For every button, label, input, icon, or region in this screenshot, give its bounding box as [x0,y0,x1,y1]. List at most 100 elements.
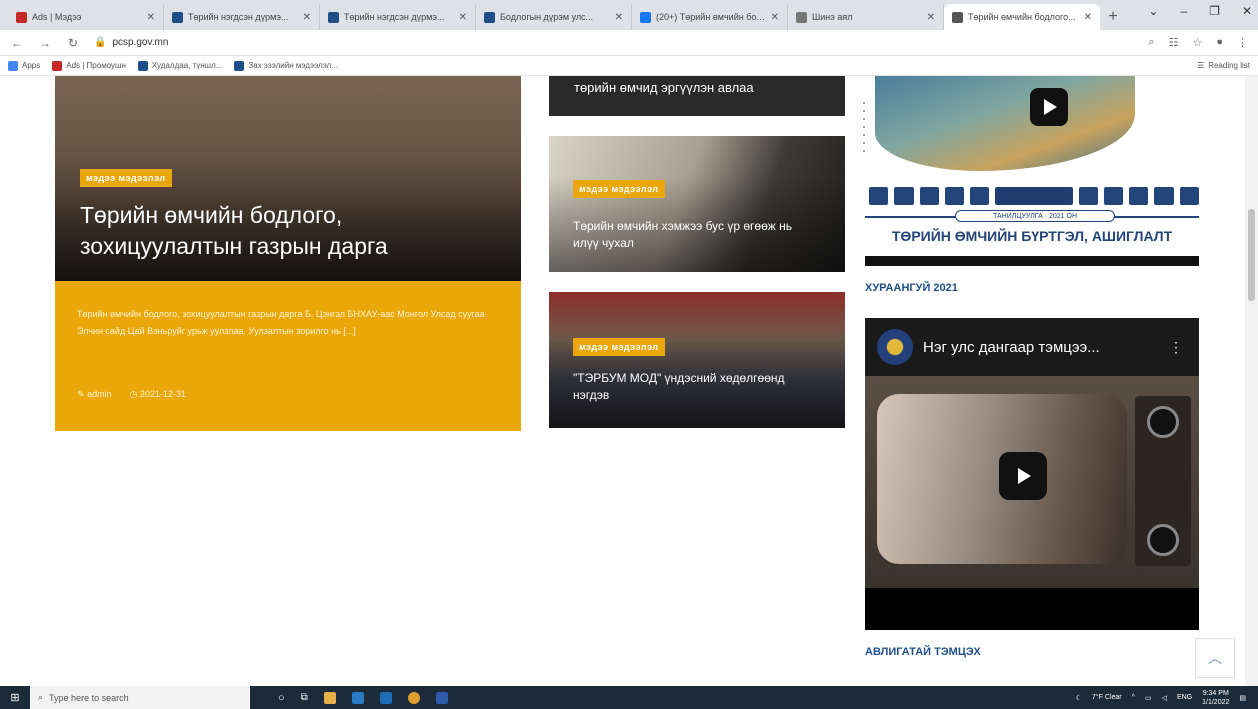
scrollbar[interactable] [1245,76,1258,686]
category-badge[interactable]: мэдээ мэдээлэл [573,180,665,198]
close-icon[interactable]: ✕ [1242,4,1252,18]
search-icon: ⌕ [38,692,44,702]
bookmark-item[interactable]: Apps [8,60,40,71]
browser-tab[interactable]: Шинэ аял ✕ [788,4,944,30]
category-badge[interactable]: мэдээ мэдээлэл [573,338,665,356]
building-icon [1103,187,1124,205]
notification-icon[interactable]: ▤ [1239,694,1246,702]
tab-close-icon[interactable]: ✕ [459,12,467,23]
language-indicator[interactable]: ENG [1177,694,1192,701]
bookmark-icon [52,60,63,71]
browser-tab[interactable]: Бодлогын дүрэм улс... ✕ [476,4,632,30]
side-article-card[interactable]: мэдээ мэдээлэл Төрийн өмчийн хэмжээ бус … [549,136,845,272]
new-tab-button[interactable]: + [1100,4,1126,30]
reading-list-label: Reading list [1208,61,1250,70]
tab-close-icon[interactable]: ✕ [1084,12,1092,23]
anticorruption-link[interactable]: АВЛИГАТАЙ ТЭМЦЭХ [865,646,981,658]
bookmark-item[interactable]: Худалдаа, түншл... [137,60,223,71]
window-controls: ⌄ – ❐ ✕ [1148,4,1252,18]
side-article-title[interactable]: төрийн өмчид эргүүлэн авлаа [574,80,754,95]
url-text: pcsp.gov.mn [112,37,169,48]
date-label: 2021-12-31 [139,389,186,399]
scrollbar-thumb[interactable] [1248,209,1255,301]
mail-icon[interactable] [379,691,392,704]
building-icon [944,187,965,205]
tray-chevron-icon[interactable]: ^ [1132,694,1135,701]
url-field[interactable]: 🔒 pcsp.gov.mn [94,37,1134,48]
browser-tab[interactable]: Төрийн нэгдсэн дүрмэ... ✕ [164,4,320,30]
system-tray: ☾ 7°F Clear ^ ▭ ◁ ENG 9:34 PM 1/1/2022 ▤ [1076,689,1258,707]
weather-icon: ☾ [1075,694,1082,702]
main-article-title[interactable]: Төрийн өмчийн бодлого, зохицуулалтын газ… [80,200,500,262]
bookmark-item[interactable]: Зах зээлийн мэдээлэл... [234,60,338,71]
clock[interactable]: 9:34 PM 1/1/2022 [1202,689,1229,707]
video-footer [865,588,1199,630]
author-meta[interactable]: ✎ admin [77,389,112,400]
summary-link[interactable]: ХУРААНГУЙ 2021 [865,282,958,294]
cortana-icon[interactable]: ○ [278,692,285,704]
side-article-overlay [549,292,845,428]
tab-close-icon[interactable]: ✕ [771,12,779,23]
word-icon[interactable] [435,691,448,704]
browser-tab[interactable]: Төрийн нэгдсэн дүрмэ... ✕ [320,4,476,30]
lock-icon: 🔒 [94,37,107,48]
star-icon[interactable]: ☆ [1192,36,1202,49]
tab-close-icon[interactable]: ✕ [615,12,623,23]
volume-icon[interactable]: ◁ [1162,694,1167,702]
favicon-icon [952,11,963,23]
weather-label[interactable]: 7°F Clear [1092,694,1122,701]
more-vert-icon[interactable]: ⋮ [1169,339,1199,356]
tab-close-icon[interactable]: ✕ [147,12,155,23]
play-icon[interactable] [1030,88,1068,126]
extensions-icon[interactable]: ☷ [1169,36,1179,49]
address-bar: ← → ↻ 🔒 pcsp.gov.mn ⌕ ☷ ☆ ● ⋮ [0,30,1258,56]
favicon-icon [16,11,27,23]
side-article-title[interactable]: "ТЭРБУМ МОД" үндэсний хөдөлгөөнд нэгдэв [573,370,803,404]
store-icon[interactable] [351,691,364,704]
tab-title: Төрийн нэгдсэн дүрмэ... [188,12,289,22]
reload-icon[interactable]: ↻ [66,36,80,50]
maximize-button[interactable]: ❐ [1209,4,1220,18]
zoom-icon[interactable]: ⌕ [1148,36,1154,49]
browser-tab[interactable]: (20+) Төрийн өмчийн бодлого... ✕ [632,4,788,30]
address-actions: ⌕ ☷ ☆ ● ⋮ [1148,36,1248,49]
side-article-card[interactable]: мэдээ мэдээлэл "ТЭРБУМ МОД" үндэсний хөд… [549,292,845,428]
banner-illustration [875,76,1135,171]
video-embed[interactable]: Нэг улс дангаар тэмцээ... ⋮ [865,318,1199,630]
category-badge[interactable]: мэдээ мэдээлэл [80,169,172,187]
building-icon [1154,187,1174,205]
building-icon [1078,187,1098,205]
reading-list-icon: ☰ [1197,61,1205,70]
taskbar-search[interactable]: ⌕ Type here to search [30,686,250,709]
menu-icon[interactable]: ⋮ [1237,36,1248,49]
registry-banner[interactable]: ТАНИЛЦУУЛГА · 2021 ОН ТӨРИЙН ӨМЧИЙН БҮРТ… [865,76,1199,266]
building-icon [970,187,990,205]
forward-icon[interactable]: → [38,36,52,50]
side-article-title[interactable]: Төрийн өмчийн хэмжээ бус үр өгөөж нь илү… [573,218,803,252]
tab-title: (20+) Төрийн өмчийн бодлого... [656,12,766,22]
bookmark-item[interactable]: Ads | Промоушн [52,60,126,71]
channel-logo[interactable] [877,329,913,365]
chrome-icon[interactable] [407,691,420,704]
side-article-card[interactable]: төрийн өмчид эргүүлэн авлаа [549,76,845,116]
browser-tab[interactable]: Ads | Мэдээ ✕ [8,4,164,30]
windows-start-icon[interactable]: ⊞ [0,686,30,709]
network-icon[interactable]: ▭ [1145,694,1152,702]
task-view-icon[interactable]: ⧉ [301,692,308,703]
bookmark-label: Худалдаа, түншл... [151,61,223,70]
tab-close-icon[interactable]: ✕ [303,12,311,23]
tab-close-icon[interactable]: ✕ [927,12,935,23]
chevron-down-icon[interactable]: ⌄ [1148,4,1158,18]
video-title[interactable]: Нэг улс дангаар тэмцээ... [923,339,1159,356]
back-icon[interactable]: ← [10,36,24,50]
main-article-card[interactable]: мэдээ мэдээлэл Төрийн өмчийн бодлого, зо… [55,76,521,431]
minimize-button[interactable]: – [1180,4,1187,18]
bookmarks-list: Apps Ads | Промоушн Худалдаа, түншл... Зах … [8,60,338,71]
file-explorer-icon[interactable] [323,691,336,704]
profile-icon[interactable]: ● [1216,36,1223,49]
browser-tab[interactable]: Төрийн өмчийн бодлого... ✕ [944,4,1100,30]
reading-list-button[interactable]: ☰ Reading list [1197,61,1250,70]
clock-time: 9:34 PM [1202,689,1229,697]
scroll-to-top-button[interactable]: ︿ [1195,638,1235,678]
play-icon[interactable] [999,452,1047,500]
